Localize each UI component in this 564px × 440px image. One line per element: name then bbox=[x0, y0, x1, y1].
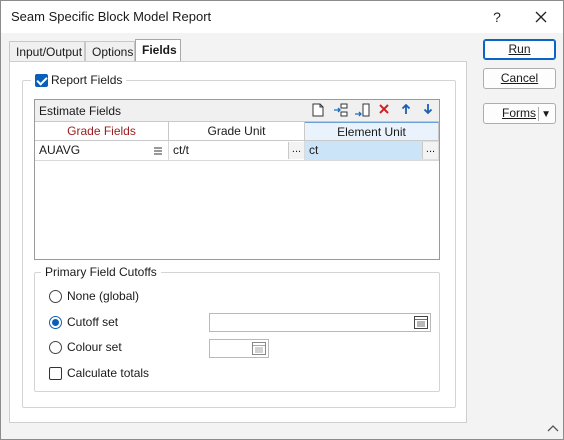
browse-list-icon[interactable] bbox=[252, 342, 266, 355]
new-icon[interactable] bbox=[309, 103, 327, 119]
calculate-totals-label: Calculate totals bbox=[67, 366, 150, 380]
estimate-fields-title: Estimate Fields bbox=[39, 104, 122, 118]
tab-options[interactable]: Options bbox=[85, 41, 135, 61]
cell-element-unit[interactable]: ct ... bbox=[305, 141, 439, 161]
tab-fields[interactable]: Fields bbox=[135, 39, 181, 62]
grade-unit-browse-button[interactable]: ... bbox=[288, 142, 304, 159]
title-bar: Seam Specific Block Model Report ? bbox=[1, 1, 563, 33]
element-unit-value: ct bbox=[309, 143, 319, 157]
browse-list-icon[interactable] bbox=[414, 316, 428, 329]
move-up-icon[interactable] bbox=[397, 103, 415, 119]
close-button[interactable] bbox=[527, 5, 555, 29]
dialog-window: Seam Specific Block Model Report ? Input… bbox=[0, 0, 564, 440]
primary-field-cutoffs-group: Primary Field Cutoffs None (global) Cuto… bbox=[34, 265, 440, 392]
column-header-element-unit[interactable]: Element Unit bbox=[305, 122, 439, 141]
move-down-icon[interactable] bbox=[419, 103, 437, 119]
run-button[interactable]: Run bbox=[483, 39, 556, 60]
tab-input-output[interactable]: Input/Output bbox=[9, 41, 85, 61]
element-unit-browse-button[interactable]: ... bbox=[422, 142, 438, 159]
cutoff-set-label: Cutoff set bbox=[67, 315, 119, 329]
chevron-down-icon[interactable]: ▼ bbox=[541, 105, 551, 124]
forms-split-divider bbox=[538, 107, 539, 121]
list-menu-icon[interactable] bbox=[154, 141, 162, 162]
none-global-radio[interactable] bbox=[49, 290, 62, 303]
cutoff-set-input[interactable] bbox=[209, 313, 431, 332]
colour-set-radio[interactable] bbox=[49, 341, 62, 354]
none-global-label: None (global) bbox=[67, 289, 140, 303]
cell-grade-unit[interactable]: ct/t ... bbox=[169, 141, 305, 161]
window-title: Seam Specific Block Model Report bbox=[11, 9, 212, 24]
grade-field-value: AUAVG bbox=[39, 143, 81, 157]
insert-row-icon[interactable] bbox=[331, 103, 349, 119]
cancel-button[interactable]: Cancel bbox=[483, 68, 556, 89]
report-fields-legend: Report Fields bbox=[31, 73, 127, 87]
collapse-chevron-icon[interactable] bbox=[547, 423, 559, 435]
close-icon bbox=[535, 11, 547, 23]
append-row-icon[interactable] bbox=[353, 103, 371, 119]
estimate-fields-grid: Estimate Fields Grade Fields Grade Unit … bbox=[34, 99, 440, 260]
grade-unit-value: ct/t bbox=[173, 143, 190, 157]
colour-set-label: Colour set bbox=[67, 340, 122, 354]
calculate-totals-checkbox[interactable] bbox=[49, 367, 62, 380]
fields-tab-panel: Report Fields Estimate Fields Grade Fiel… bbox=[9, 61, 467, 423]
cutoff-set-radio[interactable] bbox=[49, 316, 62, 329]
colour-set-input[interactable] bbox=[209, 339, 269, 358]
cell-grade-field[interactable]: AUAVG bbox=[35, 141, 169, 161]
primary-field-cutoffs-legend: Primary Field Cutoffs bbox=[41, 265, 161, 279]
report-fields-checkbox[interactable] bbox=[35, 74, 48, 87]
report-fields-label: Report Fields bbox=[51, 73, 123, 87]
column-header-grade-unit[interactable]: Grade Unit bbox=[169, 122, 305, 141]
delete-icon[interactable] bbox=[375, 103, 393, 119]
grid-toolbar: Estimate Fields bbox=[35, 100, 439, 122]
forms-button[interactable]: Forms ▼ bbox=[483, 103, 556, 124]
column-header-grade-fields[interactable]: Grade Fields bbox=[35, 122, 169, 141]
help-button[interactable]: ? bbox=[483, 5, 511, 29]
